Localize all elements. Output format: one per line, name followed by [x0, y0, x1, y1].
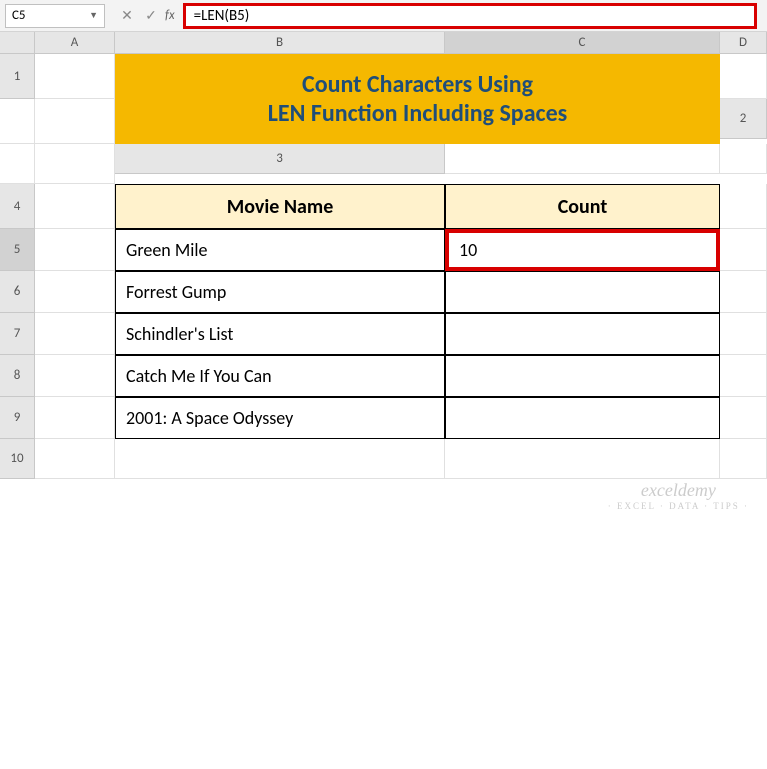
cell-a3[interactable] — [445, 144, 720, 174]
row-header-7[interactable]: 7 — [0, 313, 35, 355]
formula-bar[interactable]: =LEN(B5) — [183, 3, 757, 29]
watermark-main: exceldemy — [608, 480, 749, 501]
row-header-4[interactable]: 4 — [0, 184, 35, 229]
cell-d4[interactable] — [720, 184, 767, 229]
cell-d5[interactable] — [720, 229, 767, 271]
row-header-9[interactable]: 9 — [0, 397, 35, 439]
row-header-5[interactable]: 5 — [0, 229, 35, 271]
cell-a6[interactable] — [35, 271, 115, 313]
cell-b5[interactable]: Green Mile — [115, 229, 445, 271]
cell-c5[interactable]: 10 — [445, 229, 720, 271]
cell-d7[interactable] — [720, 313, 767, 355]
chevron-down-icon[interactable]: ▼ — [89, 10, 98, 21]
cell-c7[interactable] — [445, 313, 720, 355]
header-count[interactable]: Count — [445, 184, 720, 229]
row-header-1[interactable]: 1 — [0, 54, 35, 99]
cell-d9[interactable] — [720, 397, 767, 439]
col-header-a[interactable]: A — [35, 32, 115, 54]
cell-c1[interactable] — [0, 99, 35, 144]
cell-a4[interactable] — [35, 184, 115, 229]
col-header-d[interactable]: D — [720, 32, 767, 54]
cell-a5[interactable] — [35, 229, 115, 271]
spreadsheet: A B C D 1 2 Count Characters Using LEN F… — [0, 32, 767, 479]
title-line2: LEN Function Including Spaces — [268, 99, 567, 128]
title-line1: Count Characters Using — [302, 70, 533, 99]
cell-a10[interactable] — [35, 439, 115, 479]
cell-d1[interactable] — [35, 99, 115, 144]
name-box-value: C5 — [12, 8, 26, 23]
cell-b6[interactable]: Forrest Gump — [115, 271, 445, 313]
cell-c6[interactable] — [445, 271, 720, 313]
watermark-sub: · EXCEL · DATA · TIPS · — [608, 501, 749, 511]
cell-d10[interactable] — [720, 439, 767, 479]
row-header-2[interactable]: 2 — [720, 99, 767, 139]
row-header-10[interactable]: 10 — [0, 439, 35, 479]
cell-b9[interactable]: 2001: A Space Odyssey — [115, 397, 445, 439]
cell-b7[interactable]: Schindler's List — [115, 313, 445, 355]
cell-d3[interactable] — [720, 144, 767, 174]
cell-d2[interactable] — [35, 144, 115, 184]
cell-a1[interactable] — [35, 54, 115, 99]
row-header-3[interactable]: 3 — [115, 144, 445, 174]
row-header-6[interactable]: 6 — [0, 271, 35, 313]
cell-b1[interactable] — [720, 54, 767, 99]
check-icon[interactable]: ✓ — [139, 5, 163, 27]
cell-c9[interactable] — [445, 397, 720, 439]
fx-label[interactable]: fx — [165, 8, 175, 23]
formula-controls: ✕ ✓ fx — [115, 5, 181, 27]
cell-a2[interactable] — [0, 144, 35, 184]
cell-b10[interactable] — [115, 439, 445, 479]
cell-d6[interactable] — [720, 271, 767, 313]
select-all-corner[interactable] — [0, 32, 35, 54]
col-header-c[interactable]: C — [445, 32, 720, 54]
cell-c10[interactable] — [445, 439, 720, 479]
col-header-b[interactable]: B — [115, 32, 445, 54]
header-movie[interactable]: Movie Name — [115, 184, 445, 229]
cell-a7[interactable] — [35, 313, 115, 355]
watermark: exceldemy · EXCEL · DATA · TIPS · — [608, 480, 749, 511]
name-box[interactable]: C5 ▼ — [5, 4, 105, 28]
cell-a8[interactable] — [35, 355, 115, 397]
formula-text: =LEN(B5) — [194, 7, 250, 25]
row-header-8[interactable]: 8 — [0, 355, 35, 397]
title-merged-cell[interactable]: Count Characters Using LEN Function Incl… — [115, 54, 720, 144]
cancel-icon[interactable]: ✕ — [115, 5, 139, 27]
cell-a9[interactable] — [35, 397, 115, 439]
cell-d8[interactable] — [720, 355, 767, 397]
formula-toolbar: C5 ▼ ✕ ✓ fx =LEN(B5) — [0, 0, 767, 32]
cell-c8[interactable] — [445, 355, 720, 397]
cell-b8[interactable]: Catch Me If You Can — [115, 355, 445, 397]
